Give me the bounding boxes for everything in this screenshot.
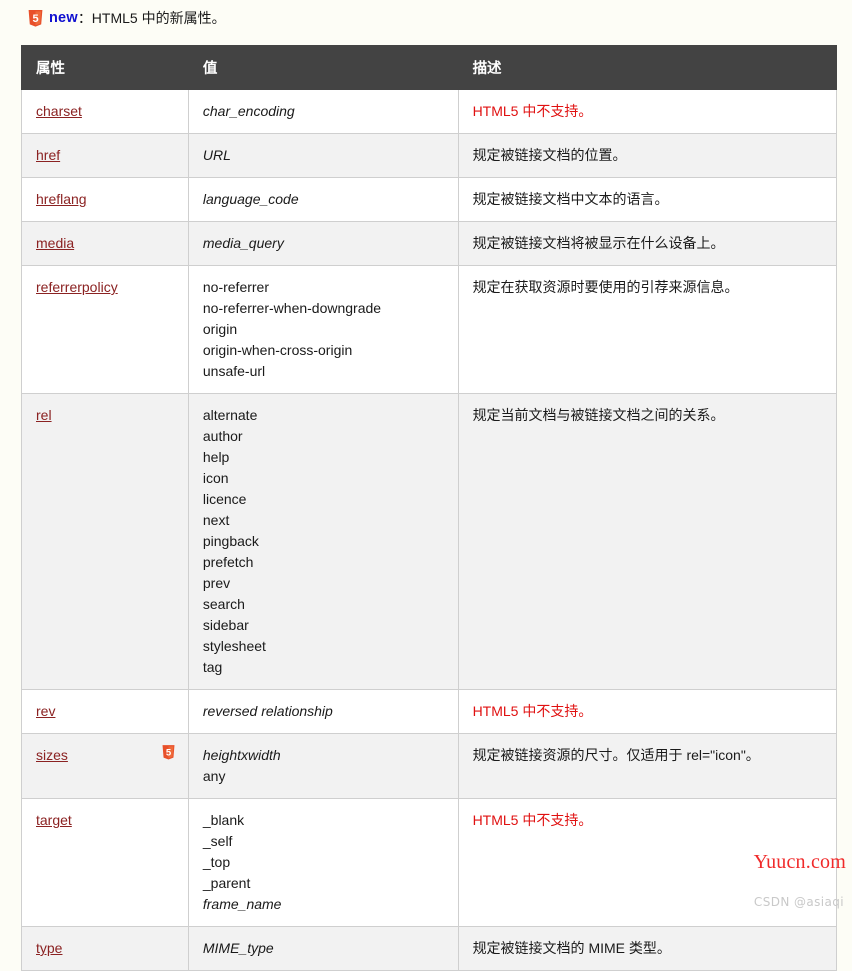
table-row: charset char_encoding HTML5 中不支持。 xyxy=(21,89,838,134)
value-line: _self xyxy=(202,833,233,849)
value-line: alternate xyxy=(202,407,258,423)
table-row: referrerpolicy no-referrer no-referrer-whe… xyxy=(21,265,838,394)
table-row: media media_query 规定被链接文档将被显示在什么设备上。 xyxy=(21,221,838,266)
html5-new-attributes-note: 5 new ：HTML5 中的新属性。 xyxy=(0,0,852,36)
table-row: sizes 5 heightxwidth any 规定被链接资源的尺寸。仅适用于 rel… xyxy=(21,733,838,799)
value-line: stylesheet xyxy=(202,638,266,654)
column-header-description: 描述 xyxy=(457,45,838,90)
attribute-link-sizes[interactable]: sizes xyxy=(36,747,68,763)
value-line: icon xyxy=(202,470,229,486)
value-line: no-referrer xyxy=(202,279,270,295)
value-line: unsafe-url xyxy=(202,363,266,379)
link-attributes-table: 属性 值 描述 charset char_encoding HTML5 中不支持。 h… xyxy=(21,45,838,971)
cell-value: no-referrer no-referrer-when-downgrade ori… xyxy=(187,265,459,394)
value-line: prev xyxy=(202,575,231,591)
svg-text:5: 5 xyxy=(32,13,38,25)
cell-description: 规定在获取资源时要使用的引荐来源信息。 xyxy=(457,265,838,394)
value-line: _blank xyxy=(202,812,245,828)
cell-description: HTML5 中不支持。 xyxy=(457,689,838,734)
cell-description: 规定被链接文档中文本的语言。 xyxy=(457,177,838,222)
value-line: _top xyxy=(202,854,231,870)
note-new-label: new xyxy=(49,10,78,26)
value-line: prefetch xyxy=(202,554,254,570)
value-line: tag xyxy=(202,659,223,675)
cell-attribute: rel xyxy=(21,393,189,690)
cell-value: URL xyxy=(187,133,459,178)
value-line: char_encoding xyxy=(202,103,295,119)
cell-description: 规定被链接文档的 MIME 类型。 xyxy=(457,926,838,971)
cell-attribute: rev xyxy=(21,689,189,734)
attribute-link-charset[interactable]: charset xyxy=(36,103,82,119)
cell-value: language_code xyxy=(187,177,459,222)
attribute-link-type[interactable]: type xyxy=(36,940,62,956)
table-row: href URL 规定被链接文档的位置。 xyxy=(21,133,838,178)
cell-description: HTML5 中不支持。 xyxy=(457,798,838,927)
value-line: URL xyxy=(202,147,231,163)
value-line: no-referrer-when-downgrade xyxy=(202,300,382,316)
cell-value: reversed relationship xyxy=(187,689,459,734)
svg-text:5: 5 xyxy=(166,748,172,759)
attribute-link-media[interactable]: media xyxy=(36,235,74,251)
cell-attribute: charset xyxy=(21,89,189,134)
attribute-link-referrerpolicy[interactable]: referrerpolicy xyxy=(36,279,118,295)
value-line: sidebar xyxy=(202,617,249,633)
attribute-link-href[interactable]: href xyxy=(36,147,60,163)
html5-badge-icon: 5 xyxy=(28,9,43,27)
cell-attribute: hreflang xyxy=(21,177,189,222)
column-header-value: 值 xyxy=(187,45,459,90)
value-line: media_query xyxy=(202,235,284,251)
value-line: search xyxy=(202,596,245,612)
cell-attribute: referrerpolicy xyxy=(21,265,189,394)
value-line: pingback xyxy=(202,533,259,549)
cell-value: media_query xyxy=(187,221,459,266)
column-header-attribute: 属性 xyxy=(21,45,189,90)
value-line: language_code xyxy=(202,191,299,207)
cell-value: heightxwidth any xyxy=(187,733,459,799)
cell-description: HTML5 中不支持。 xyxy=(457,89,838,134)
note-description: ：HTML5 中的新属性。 xyxy=(77,10,226,26)
table-row: rev reversed relationship HTML5 中不支持。 xyxy=(21,689,838,734)
cell-description: 规定被链接文档的位置。 xyxy=(457,133,838,178)
value-line: author xyxy=(202,428,243,444)
cell-attribute: type xyxy=(21,926,189,971)
attribute-link-hreflang[interactable]: hreflang xyxy=(36,191,87,207)
cell-value: alternate author help icon licence next pingba… xyxy=(187,393,459,690)
value-line: MIME_type xyxy=(202,940,274,956)
value-line: origin-when-cross-origin xyxy=(202,342,353,358)
cell-attribute: target xyxy=(21,798,189,927)
value-line: any xyxy=(202,768,226,784)
table-row: hreflang language_code 规定被链接文档中文本的语言。 xyxy=(21,177,838,222)
cell-value: _blank _self _top _parent frame_name xyxy=(187,798,459,927)
table-header-row: 属性 值 描述 xyxy=(21,45,838,90)
cell-value: MIME_type xyxy=(187,926,459,971)
table-row: type MIME_type 规定被链接文档的 MIME 类型。 xyxy=(21,926,838,971)
value-line: origin xyxy=(202,321,238,337)
cell-attribute: media xyxy=(21,221,189,266)
cell-description: 规定当前文档与被链接文档之间的关系。 xyxy=(457,393,838,690)
table-header: 属性 值 描述 xyxy=(21,45,838,90)
cell-description: 规定被链接文档将被显示在什么设备上。 xyxy=(457,221,838,266)
html5-badge-icon: 5 xyxy=(162,745,175,760)
table-body: charset char_encoding HTML5 中不支持。 href URL 规定… xyxy=(21,89,838,971)
table-row: target _blank _self _top _parent frame_name HT… xyxy=(21,798,838,927)
cell-attribute: href xyxy=(21,133,189,178)
value-line: next xyxy=(202,512,230,528)
value-line: heightxwidth xyxy=(202,747,281,763)
value-line: reversed relationship xyxy=(202,703,333,719)
value-line: licence xyxy=(202,491,247,507)
attribute-link-target[interactable]: target xyxy=(36,812,72,828)
table-row: rel alternate author help icon licence next pin… xyxy=(21,393,838,690)
value-line: frame_name xyxy=(202,896,282,912)
value-line: _parent xyxy=(202,875,251,891)
cell-attribute: sizes 5 xyxy=(21,733,189,799)
cell-description: 规定被链接资源的尺寸。仅适用于 rel="icon"。 xyxy=(457,733,838,799)
attribute-link-rev[interactable]: rev xyxy=(36,703,55,719)
attribute-link-rel[interactable]: rel xyxy=(36,407,52,423)
value-line: help xyxy=(202,449,230,465)
cell-value: char_encoding xyxy=(187,89,459,134)
